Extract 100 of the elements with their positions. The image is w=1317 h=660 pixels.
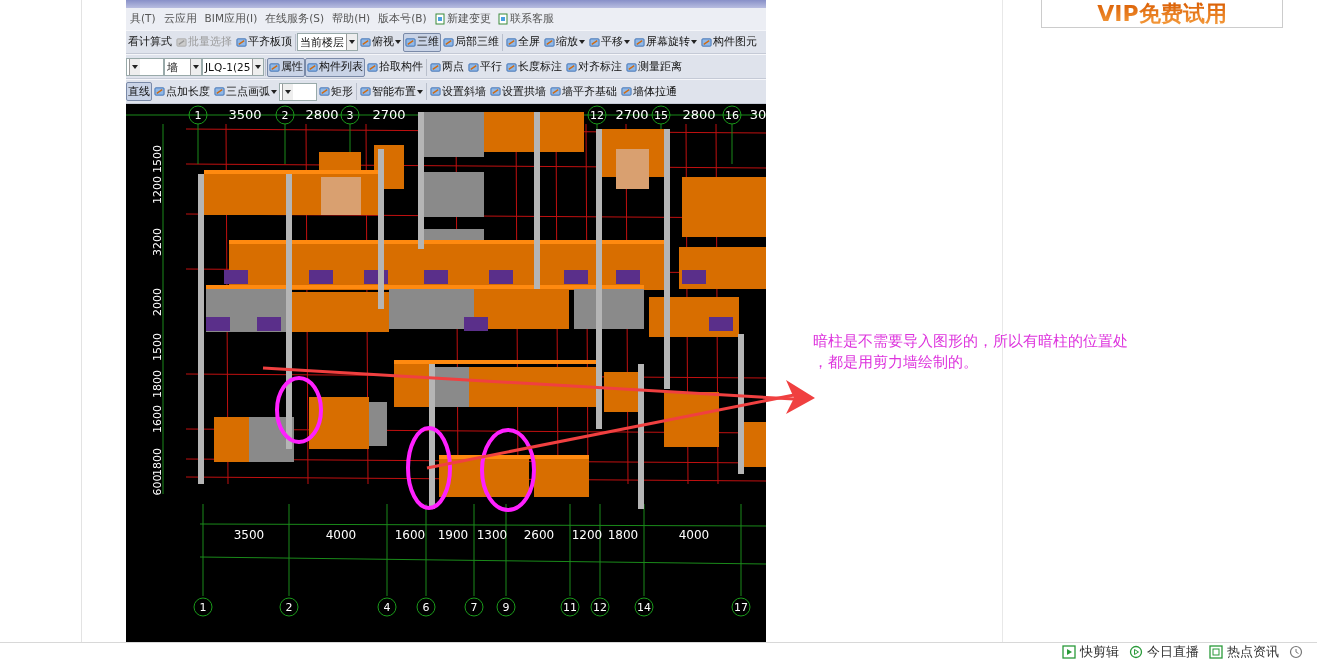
dimension-label: 1800 xyxy=(607,527,639,542)
toolbar-button[interactable]: 屏幕旋转 xyxy=(632,33,699,52)
toolbar-button[interactable]: 平移 xyxy=(587,33,632,52)
toolbar-button[interactable]: 两点 xyxy=(428,57,467,77)
tool-icon xyxy=(634,37,645,48)
dimension-label: 1800 xyxy=(151,447,164,476)
tool-icon xyxy=(430,61,442,73)
toolbar-button[interactable]: 墙平齐基础 xyxy=(548,82,619,102)
menu-item[interactable]: 云应用 xyxy=(159,11,201,26)
dimension-label: 1800 xyxy=(151,369,164,398)
status-link[interactable]: 热点资讯 xyxy=(1209,642,1279,660)
caret-icon xyxy=(579,40,585,45)
news-icon xyxy=(1209,644,1223,659)
dimension-label: 3500 xyxy=(233,527,265,542)
tool-icon xyxy=(367,61,379,73)
dimension-label: 3200 xyxy=(151,227,164,256)
tool-icon xyxy=(405,37,416,48)
play-circle-icon xyxy=(1129,644,1143,659)
clock-icon[interactable] xyxy=(1289,644,1303,659)
tool-icon xyxy=(621,86,632,98)
status-link[interactable]: 快剪辑 xyxy=(1062,642,1119,660)
toolbar-button[interactable]: 构件列表 xyxy=(305,57,366,77)
axis-label: 4 xyxy=(377,597,397,617)
dimension-label: 2700 xyxy=(615,106,649,122)
caret-icon xyxy=(624,40,630,45)
dimension-label: 600 xyxy=(151,474,164,496)
link-icon xyxy=(496,13,508,25)
toolbar-button[interactable]: 平齐板顶 xyxy=(234,33,294,52)
dimension-label: 1500 xyxy=(151,332,164,361)
toolbar-button[interactable]: 全屏 xyxy=(504,33,542,52)
axis-label: 12 xyxy=(587,105,607,125)
toolbar-button[interactable]: 设置斜墙 xyxy=(428,82,488,102)
dimension-label: 1600 xyxy=(151,404,164,433)
menu-item[interactable]: 帮助(H) xyxy=(328,11,375,26)
dropdown-field[interactable]: 墙 xyxy=(164,58,202,77)
toolbar-button[interactable]: 长度标注 xyxy=(504,57,565,77)
toolbar-button[interactable]: 墙体拉通 xyxy=(619,82,679,102)
tool-icon xyxy=(550,86,561,98)
axis-label: 9 xyxy=(496,597,516,617)
toolbar-button[interactable]: 点加长度 xyxy=(152,82,212,102)
tool-icon xyxy=(626,61,638,73)
toolbar-button[interactable]: 矩形 xyxy=(317,82,355,102)
dimension-label: 2000 xyxy=(151,287,164,316)
axis-label: 1 xyxy=(188,105,208,125)
dropdown-field[interactable] xyxy=(126,58,164,77)
dimension-label: 4000 xyxy=(678,527,710,542)
menu-item[interactable]: 版本号(B) xyxy=(374,11,431,26)
tool-icon xyxy=(566,61,578,73)
annotation-text: ，都是用剪力墙绘制的。 xyxy=(813,352,979,373)
tool-icon xyxy=(490,86,501,98)
tool-icon xyxy=(701,37,712,48)
toolbar-link[interactable]: 联系客服 xyxy=(493,11,557,26)
tool-icon xyxy=(319,86,330,98)
dimension-label: 2800 xyxy=(682,106,716,122)
dimension-label: 3500 xyxy=(228,106,262,122)
toolbar-button[interactable]: 设置拱墙 xyxy=(488,82,548,102)
dimension-label: 2800 xyxy=(305,106,339,122)
dimension-label: 1200 xyxy=(571,527,603,542)
toolbar-button[interactable]: 拾取构件 xyxy=(365,57,426,77)
toolbar-button[interactable]: 属性 xyxy=(267,57,306,77)
dropdown-field[interactable]: JLQ-1(25 xyxy=(202,58,265,77)
annotation-text: 暗柱是不需要导入图形的，所以有暗柱的位置处 xyxy=(813,331,1128,352)
menu-item[interactable]: 在线服务(S) xyxy=(261,11,329,26)
toolbar-button[interactable]: 看计算式 xyxy=(126,33,174,52)
dimension-label: 1200 xyxy=(151,175,164,204)
axis-label: 12 xyxy=(590,597,610,617)
tool-icon xyxy=(360,86,371,98)
tool-icon xyxy=(468,61,480,73)
tool-icon xyxy=(544,37,555,48)
tool-icon xyxy=(154,86,165,98)
toolbar-link[interactable]: 新建变更 xyxy=(430,11,494,26)
toolbar-button[interactable]: 构件图元 xyxy=(699,33,759,52)
toolbar-button[interactable]: 缩放 xyxy=(542,33,587,52)
tool-icon xyxy=(443,37,454,48)
axis-label: 14 xyxy=(634,597,654,617)
dropdown-field[interactable] xyxy=(279,82,317,101)
caret-icon xyxy=(691,40,697,45)
dimension-label: 1600 xyxy=(394,527,426,542)
toolbar-button[interactable]: 平行 xyxy=(466,57,505,77)
tool-icon xyxy=(360,37,371,48)
status-link[interactable]: 今日直播 xyxy=(1129,642,1199,660)
axis-label: 2 xyxy=(275,105,295,125)
toolbar-button[interactable]: 局部三维 xyxy=(441,33,501,52)
tool-icon xyxy=(307,61,319,73)
tool-icon xyxy=(236,37,247,48)
tool-icon xyxy=(506,37,517,48)
axis-label: 7 xyxy=(464,597,484,617)
tool-icon xyxy=(269,61,281,73)
dimension-label: 1900 xyxy=(437,527,469,542)
tool-icon xyxy=(589,37,600,48)
toolbar-button[interactable]: 对齐标注 xyxy=(564,57,625,77)
toolbar-button[interactable]: 直线 xyxy=(126,82,152,102)
toolbar-button[interactable]: 测量距离 xyxy=(624,57,685,77)
menu-item[interactable]: 具(T) xyxy=(126,11,160,26)
menu-item[interactable]: BIM应用(I) xyxy=(200,11,262,26)
dropdown-field[interactable]: 当前楼层 xyxy=(297,33,358,52)
tool-icon xyxy=(214,86,225,98)
dimension-label: 4000 xyxy=(325,527,357,542)
toolbar-button[interactable]: 三维 xyxy=(403,33,441,52)
axis-label: 17 xyxy=(731,597,751,617)
